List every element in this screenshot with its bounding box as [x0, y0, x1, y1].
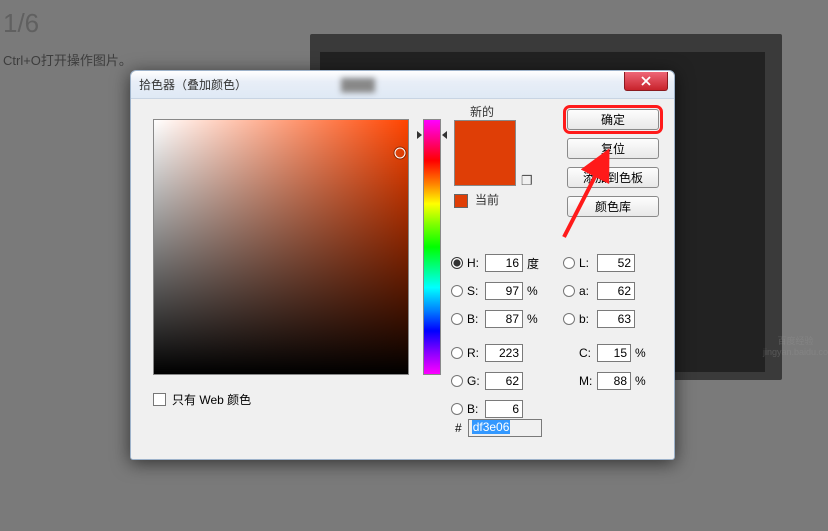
current-label: 当前: [475, 191, 499, 208]
input-h[interactable]: [485, 254, 523, 272]
hint-text: Ctrl+O打开操作图片。: [3, 50, 132, 69]
input-b2[interactable]: [597, 310, 635, 328]
input-hex[interactable]: df3e06: [468, 419, 542, 437]
dialog-title: 拾色器（叠加颜色）: [139, 76, 247, 93]
titlebar[interactable]: 拾色器（叠加颜色） ████: [131, 71, 674, 99]
color-preview: [454, 120, 516, 186]
color-fields: H: 度 L: S: % a:: [451, 249, 653, 423]
unit-m: %: [635, 374, 653, 388]
current-chip[interactable]: [454, 194, 468, 208]
unit-s: %: [527, 284, 545, 298]
input-g[interactable]: [485, 372, 523, 390]
hue-slider[interactable]: [423, 119, 441, 375]
input-c[interactable]: [597, 344, 631, 362]
label-bv: B:: [467, 312, 485, 326]
color-picker-dialog: 拾色器（叠加颜色） ████ 新的 当前 ❒ 确定 复位 添加到色板 颜色库: [130, 70, 675, 460]
dialog-body: 新的 当前 ❒ 确定 复位 添加到色板 颜色库 H:: [131, 99, 674, 459]
input-s[interactable]: [485, 282, 523, 300]
radio-h[interactable]: [451, 257, 463, 269]
label-c: C:: [579, 346, 597, 360]
close-button[interactable]: [624, 72, 668, 91]
unit-h: 度: [527, 255, 545, 272]
radio-bv[interactable]: [451, 313, 463, 325]
label-h: H:: [467, 256, 485, 270]
cube-icon[interactable]: ❒: [521, 173, 533, 189]
web-only-row[interactable]: 只有 Web 颜色: [153, 391, 251, 408]
input-bv[interactable]: [485, 310, 523, 328]
web-only-label: 只有 Web 颜色: [172, 391, 251, 408]
radio-s[interactable]: [451, 285, 463, 297]
radio-g[interactable]: [451, 375, 463, 387]
input-a[interactable]: [597, 282, 635, 300]
new-color-swatch: [455, 121, 515, 153]
input-bb[interactable]: [485, 400, 523, 418]
label-s: S:: [467, 284, 485, 298]
label-a: a:: [579, 284, 597, 298]
radio-b2[interactable]: [563, 313, 575, 325]
reset-button[interactable]: 复位: [567, 138, 659, 159]
input-l[interactable]: [597, 254, 635, 272]
hex-row: # df3e06: [455, 419, 542, 437]
add-swatch-button[interactable]: 添加到色板: [567, 167, 659, 188]
radio-a[interactable]: [563, 285, 575, 297]
input-r[interactable]: [485, 344, 523, 362]
saturation-value-area[interactable]: [153, 119, 409, 375]
web-only-checkbox[interactable]: [153, 393, 166, 406]
label-l: L:: [579, 256, 597, 270]
button-column: 确定 复位 添加到色板 颜色库: [566, 109, 660, 217]
input-m[interactable]: [597, 372, 631, 390]
blurred-text: ████: [341, 78, 375, 92]
sv-cursor: [395, 148, 406, 159]
unit-c: %: [635, 346, 653, 360]
label-r: R:: [467, 346, 485, 360]
label-m: M:: [579, 374, 597, 388]
radio-bb[interactable]: [451, 403, 463, 415]
label-bb: B:: [467, 402, 485, 416]
close-icon: [641, 76, 651, 86]
label-g: G:: [467, 374, 485, 388]
label-b2: b:: [579, 312, 597, 326]
step-indicator: 1/6: [3, 8, 39, 39]
unit-bv: %: [527, 312, 545, 326]
new-label: 新的: [470, 103, 494, 120]
radio-l[interactable]: [563, 257, 575, 269]
watermark: 百度经验 jingyan.baidu.com: [763, 334, 828, 364]
radio-r[interactable]: [451, 347, 463, 359]
ok-button[interactable]: 确定: [567, 109, 659, 130]
hex-label: #: [455, 421, 462, 435]
current-color-swatch: [455, 153, 515, 185]
color-libs-button[interactable]: 颜色库: [567, 196, 659, 217]
